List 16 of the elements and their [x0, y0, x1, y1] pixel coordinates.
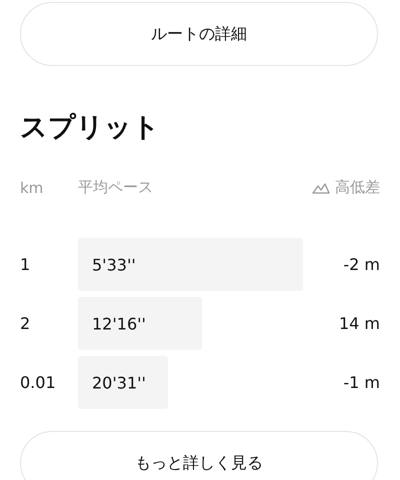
- split-distance: 1: [20, 255, 32, 274]
- split-elevation: 14 m: [338, 314, 380, 333]
- more-details-button[interactable]: もっと詳しく見る: [20, 431, 378, 480]
- route-details-button[interactable]: ルートの詳細: [20, 2, 378, 66]
- split-elevation: -2 m: [343, 255, 380, 274]
- split-distance: 0.01: [20, 373, 57, 392]
- mountain-icon: [312, 182, 330, 194]
- split-elevation: -1 m: [343, 373, 380, 392]
- column-header: 平均ペース: [78, 178, 154, 197]
- column-header: km: [20, 178, 44, 196]
- column-header: 高低差: [335, 178, 380, 197]
- split-pace: 20'31'': [92, 373, 146, 392]
- section-title: スプリット: [20, 111, 161, 145]
- split-pace: 12'16'': [92, 314, 146, 333]
- split-distance: 2: [20, 314, 32, 333]
- split-pace: 5'33'': [92, 255, 136, 274]
